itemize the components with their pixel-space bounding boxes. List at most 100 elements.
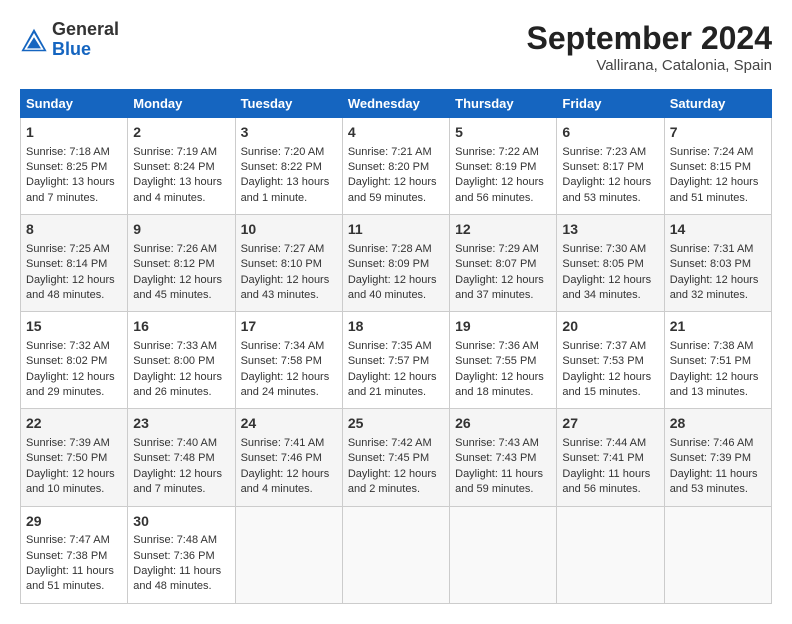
sunset-text: Sunset: 8:14 PM (26, 257, 122, 272)
calendar-cell (664, 506, 771, 603)
daylight-text: Daylight: 12 hours and 37 minutes. (455, 273, 551, 304)
calendar-body: 1Sunrise: 7:18 AMSunset: 8:25 PMDaylight… (21, 118, 772, 604)
daylight-text: Daylight: 12 hours and 10 minutes. (26, 467, 122, 498)
calendar-table: SundayMondayTuesdayWednesdayThursdayFrid… (20, 89, 772, 604)
day-number: 1 (26, 123, 122, 143)
daylight-text: Daylight: 12 hours and 43 minutes. (241, 273, 337, 304)
calendar-cell: 6Sunrise: 7:23 AMSunset: 8:17 PMDaylight… (557, 118, 664, 215)
sunset-text: Sunset: 8:22 PM (241, 160, 337, 175)
calendar-cell: 23Sunrise: 7:40 AMSunset: 7:48 PMDayligh… (128, 409, 235, 506)
day-number: 23 (133, 414, 229, 434)
sunset-text: Sunset: 7:53 PM (562, 354, 658, 369)
header: General Blue September 2024 Vallirana, C… (20, 20, 772, 74)
calendar-header-saturday: Saturday (664, 90, 771, 118)
sunrise-text: Sunrise: 7:32 AM (26, 339, 122, 354)
calendar-cell: 18Sunrise: 7:35 AMSunset: 7:57 PMDayligh… (342, 312, 449, 409)
sunset-text: Sunset: 7:36 PM (133, 549, 229, 564)
calendar-cell: 27Sunrise: 7:44 AMSunset: 7:41 PMDayligh… (557, 409, 664, 506)
location-subtitle: Vallirana, Catalonia, Spain (527, 57, 772, 74)
sunrise-text: Sunrise: 7:47 AM (26, 533, 122, 548)
daylight-text: Daylight: 12 hours and 2 minutes. (348, 467, 444, 498)
sunrise-text: Sunrise: 7:19 AM (133, 145, 229, 160)
day-number: 26 (455, 414, 551, 434)
calendar-cell: 10Sunrise: 7:27 AMSunset: 8:10 PMDayligh… (235, 215, 342, 312)
sunset-text: Sunset: 7:38 PM (26, 549, 122, 564)
sunrise-text: Sunrise: 7:35 AM (348, 339, 444, 354)
calendar-cell: 1Sunrise: 7:18 AMSunset: 8:25 PMDaylight… (21, 118, 128, 215)
day-number: 27 (562, 414, 658, 434)
day-number: 4 (348, 123, 444, 143)
sunrise-text: Sunrise: 7:46 AM (670, 436, 766, 451)
sunrise-text: Sunrise: 7:34 AM (241, 339, 337, 354)
day-number: 8 (26, 220, 122, 240)
sunset-text: Sunset: 7:58 PM (241, 354, 337, 369)
day-number: 21 (670, 317, 766, 337)
daylight-text: Daylight: 11 hours and 48 minutes. (133, 564, 229, 595)
daylight-text: Daylight: 12 hours and 26 minutes. (133, 370, 229, 401)
daylight-text: Daylight: 12 hours and 29 minutes. (26, 370, 122, 401)
daylight-text: Daylight: 11 hours and 59 minutes. (455, 467, 551, 498)
sunset-text: Sunset: 8:20 PM (348, 160, 444, 175)
daylight-text: Daylight: 11 hours and 56 minutes. (562, 467, 658, 498)
sunset-text: Sunset: 8:09 PM (348, 257, 444, 272)
sunset-text: Sunset: 7:39 PM (670, 451, 766, 466)
sunset-text: Sunset: 8:02 PM (26, 354, 122, 369)
daylight-text: Daylight: 12 hours and 56 minutes. (455, 175, 551, 206)
calendar-week-row: 29Sunrise: 7:47 AMSunset: 7:38 PMDayligh… (21, 506, 772, 603)
calendar-header-sunday: Sunday (21, 90, 128, 118)
sunrise-text: Sunrise: 7:40 AM (133, 436, 229, 451)
calendar-cell: 25Sunrise: 7:42 AMSunset: 7:45 PMDayligh… (342, 409, 449, 506)
day-number: 13 (562, 220, 658, 240)
sunrise-text: Sunrise: 7:20 AM (241, 145, 337, 160)
sunset-text: Sunset: 7:46 PM (241, 451, 337, 466)
daylight-text: Daylight: 12 hours and 32 minutes. (670, 273, 766, 304)
daylight-text: Daylight: 12 hours and 7 minutes. (133, 467, 229, 498)
daylight-text: Daylight: 12 hours and 13 minutes. (670, 370, 766, 401)
calendar-header-tuesday: Tuesday (235, 90, 342, 118)
day-number: 30 (133, 512, 229, 532)
sunrise-text: Sunrise: 7:38 AM (670, 339, 766, 354)
generalblue-logo-icon (20, 26, 48, 54)
calendar-header-monday: Monday (128, 90, 235, 118)
calendar-cell: 22Sunrise: 7:39 AMSunset: 7:50 PMDayligh… (21, 409, 128, 506)
calendar-cell: 2Sunrise: 7:19 AMSunset: 8:24 PMDaylight… (128, 118, 235, 215)
calendar-week-row: 1Sunrise: 7:18 AMSunset: 8:25 PMDaylight… (21, 118, 772, 215)
sunset-text: Sunset: 7:45 PM (348, 451, 444, 466)
daylight-text: Daylight: 11 hours and 51 minutes. (26, 564, 122, 595)
sunrise-text: Sunrise: 7:42 AM (348, 436, 444, 451)
sunrise-text: Sunrise: 7:41 AM (241, 436, 337, 451)
sunset-text: Sunset: 7:43 PM (455, 451, 551, 466)
calendar-cell: 7Sunrise: 7:24 AMSunset: 8:15 PMDaylight… (664, 118, 771, 215)
daylight-text: Daylight: 12 hours and 53 minutes. (562, 175, 658, 206)
daylight-text: Daylight: 12 hours and 24 minutes. (241, 370, 337, 401)
day-number: 15 (26, 317, 122, 337)
sunrise-text: Sunrise: 7:39 AM (26, 436, 122, 451)
sunrise-text: Sunrise: 7:26 AM (133, 242, 229, 257)
day-number: 2 (133, 123, 229, 143)
calendar-week-row: 22Sunrise: 7:39 AMSunset: 7:50 PMDayligh… (21, 409, 772, 506)
day-number: 10 (241, 220, 337, 240)
day-number: 29 (26, 512, 122, 532)
sunset-text: Sunset: 8:10 PM (241, 257, 337, 272)
sunrise-text: Sunrise: 7:44 AM (562, 436, 658, 451)
sunrise-text: Sunrise: 7:25 AM (26, 242, 122, 257)
calendar-cell: 12Sunrise: 7:29 AMSunset: 8:07 PMDayligh… (450, 215, 557, 312)
calendar-cell: 5Sunrise: 7:22 AMSunset: 8:19 PMDaylight… (450, 118, 557, 215)
daylight-text: Daylight: 13 hours and 7 minutes. (26, 175, 122, 206)
calendar-cell: 9Sunrise: 7:26 AMSunset: 8:12 PMDaylight… (128, 215, 235, 312)
calendar-cell: 11Sunrise: 7:28 AMSunset: 8:09 PMDayligh… (342, 215, 449, 312)
calendar-cell: 24Sunrise: 7:41 AMSunset: 7:46 PMDayligh… (235, 409, 342, 506)
day-number: 17 (241, 317, 337, 337)
sunset-text: Sunset: 8:05 PM (562, 257, 658, 272)
calendar-week-row: 8Sunrise: 7:25 AMSunset: 8:14 PMDaylight… (21, 215, 772, 312)
daylight-text: Daylight: 12 hours and 48 minutes. (26, 273, 122, 304)
calendar-cell: 13Sunrise: 7:30 AMSunset: 8:05 PMDayligh… (557, 215, 664, 312)
day-number: 7 (670, 123, 766, 143)
daylight-text: Daylight: 12 hours and 21 minutes. (348, 370, 444, 401)
daylight-text: Daylight: 12 hours and 59 minutes. (348, 175, 444, 206)
sunset-text: Sunset: 8:03 PM (670, 257, 766, 272)
sunrise-text: Sunrise: 7:30 AM (562, 242, 658, 257)
sunrise-text: Sunrise: 7:48 AM (133, 533, 229, 548)
sunset-text: Sunset: 8:24 PM (133, 160, 229, 175)
calendar-week-row: 15Sunrise: 7:32 AMSunset: 8:02 PMDayligh… (21, 312, 772, 409)
